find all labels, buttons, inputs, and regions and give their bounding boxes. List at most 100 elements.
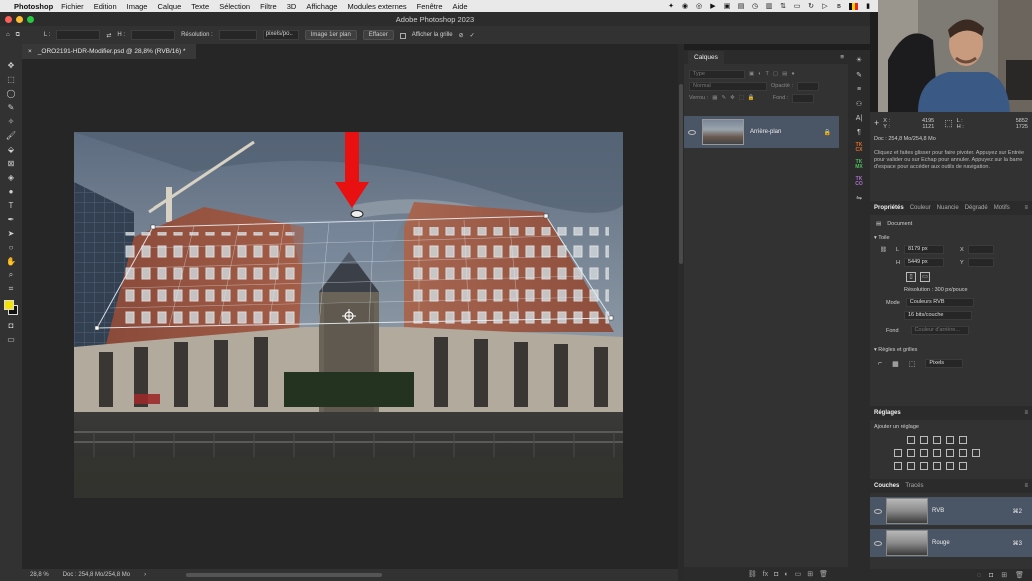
color-tab[interactable]: Couleur [910,205,931,211]
gradient-map-adjust-icon[interactable] [933,462,941,470]
new-layer-icon[interactable]: ⊞ [807,570,813,578]
lock-paint-icon[interactable]: ✎ [721,95,726,101]
filter-type-icon[interactable]: T [766,71,769,77]
privacy-icon[interactable]: ◉ [681,2,689,10]
display-icon[interactable]: ▭ [793,2,801,10]
type-tool-icon[interactable]: T [5,200,17,210]
lut-adjust-icon[interactable] [972,449,980,457]
panel-menu-icon[interactable]: ≡ [840,54,848,61]
menu-texte[interactable]: Texte [191,2,209,11]
horizontal-scrollbar[interactable] [186,573,383,577]
filter-smart-icon[interactable]: ▤ [782,71,787,77]
close-tab-icon[interactable]: × [28,48,32,55]
delete-layer-icon[interactable]: 🗑 [819,570,828,578]
eraser-tool-icon[interactable]: ◈ [5,172,17,182]
crop-tool-preset-icon[interactable]: ⧉ [16,32,20,39]
toile-chevron-icon[interactable]: ▾ [874,235,877,241]
layers-tab[interactable]: Calques [688,50,724,64]
menu-affichage[interactable]: Affichage [306,2,337,11]
menu-app-name[interactable]: Photoshop [14,2,53,11]
menu-selection[interactable]: Sélection [219,2,250,11]
sun-icon[interactable]: ☀ [856,56,862,64]
shadows-adjust-icon[interactable] [959,462,967,470]
new-channel-icon[interactable]: ⊞ [1001,571,1007,579]
rulers-icon[interactable]: ⌐ [878,360,882,367]
screen-mode-icon[interactable]: ▭ [5,334,17,344]
home-icon[interactable]: ⌂ [6,32,10,38]
show-grid-checkbox[interactable] [399,33,406,39]
resolution-unit-select[interactable]: pixels/po.. [262,30,299,40]
blend-mode-select[interactable]: Normal [689,81,767,91]
hand-tool-icon[interactable]: ✋ [5,256,17,266]
phone-icon[interactable]: ▣ [723,2,731,10]
guides-icon[interactable]: ⬚ [909,360,916,368]
adjustments-tab[interactable]: Réglages [874,410,901,416]
save-selection-channel-icon[interactable]: ◘ [989,572,993,579]
doc-size-info[interactable]: Doc : 254,8 Mo/254,8 Mo [63,572,130,578]
channel-rgb-thumbnail[interactable] [886,498,928,524]
lasso-tool-icon[interactable]: ◯ [5,88,17,98]
clipboard-icon[interactable]: ▤ [737,2,745,10]
channel-mixer-adjust-icon[interactable] [946,449,954,457]
canvas-h-input[interactable]: 5449 px [904,258,944,267]
bookmark-icon[interactable]: ▥ [765,2,773,10]
swatches-tab[interactable]: Nuancie [937,205,959,211]
zoom-tool-icon[interactable]: ⌕ [5,270,17,280]
width-input[interactable] [56,30,101,40]
filter-toggle-icon[interactable]: ● [791,71,794,77]
character-icon[interactable]: A| [856,115,863,122]
layer-style-icon[interactable]: fx [763,571,768,578]
swap-icon[interactable]: ⇄ [106,32,111,39]
tk-panel-1-icon[interactable]: TK CX [856,143,863,153]
grid-icon[interactable]: ▦ [892,360,899,368]
dodge-tool-icon[interactable]: ● [5,186,17,196]
invert-adjust-icon[interactable] [894,462,902,470]
add-mask-icon[interactable]: ◘ [774,571,778,578]
foreground-color-swatch[interactable] [4,300,14,310]
crop-tool-icon[interactable]: ⌗ [5,284,17,294]
tk-panel-3-icon[interactable]: TK CO [855,177,863,187]
menu-3d[interactable]: 3D [287,2,297,11]
record-icon[interactable]: ◎ [695,2,703,10]
mode-select[interactable]: Couleurs RVB [905,298,974,307]
brush-tool-icon[interactable]: 🖌 [5,130,17,140]
vibrance-adjust-icon[interactable] [959,436,967,444]
video-icon[interactable]: ▶ [709,2,717,10]
layer-name[interactable]: Arrière-plan [750,129,781,135]
clear-button[interactable]: Effacer [362,30,394,40]
play-icon[interactable]: ▷ [821,2,829,10]
menu-filtre[interactable]: Filtre [260,2,277,11]
document-tab[interactable]: × _ORO2191-HDR-Modifier.psd @ 28,8% (RVB… [22,44,196,59]
portrait-orientation-icon[interactable]: ▯ [906,272,916,282]
channel-red-eye-icon[interactable] [874,540,882,546]
selective-color-adjust-icon[interactable] [946,462,954,470]
levels-adjust-icon[interactable] [920,436,928,444]
height-input[interactable] [131,30,176,40]
frame-tool-icon[interactable]: ⊠ [5,158,17,168]
zoom-level[interactable]: 28,8 % [30,572,49,578]
menu-image[interactable]: Image [127,2,148,11]
resolution-input[interactable] [218,30,257,40]
channel-rgb-name[interactable]: RVB [932,508,944,514]
language-flag-icon[interactable] [849,2,858,10]
patterns-tab[interactable]: Motifs [994,205,1010,211]
menu-fichier[interactable]: Fichier [61,2,84,11]
quick-selection-tool-icon[interactable]: ✎ [5,102,17,112]
posterize-adjust-icon[interactable] [907,462,915,470]
opacity-input[interactable] [797,81,820,91]
battery-icon[interactable]: ▮ [864,2,872,10]
magic-wand-tool-icon[interactable]: ✧ [5,116,17,126]
channel-rgb-eye-icon[interactable] [874,508,882,514]
channel-row-rgb[interactable]: RVB ⌘2 [870,497,1032,525]
filter-pixel-icon[interactable]: ▣ [749,71,754,77]
layer-visibility-eye-icon[interactable] [688,129,696,135]
hue-adjust-icon[interactable] [894,449,902,457]
status-chevron-icon[interactable]: › [144,572,146,578]
clock-icon[interactable]: ◷ [751,2,759,10]
gradient-tab[interactable]: Dégradé [965,205,988,211]
delete-channel-icon[interactable]: 🗑 [1015,571,1024,579]
channel-red-name[interactable]: Rouge [932,540,950,546]
front-image-button[interactable]: Image 1er plan [304,30,357,40]
filter-shape-icon[interactable]: ▢ [773,71,778,77]
commit-icon[interactable]: ✓ [470,32,475,39]
